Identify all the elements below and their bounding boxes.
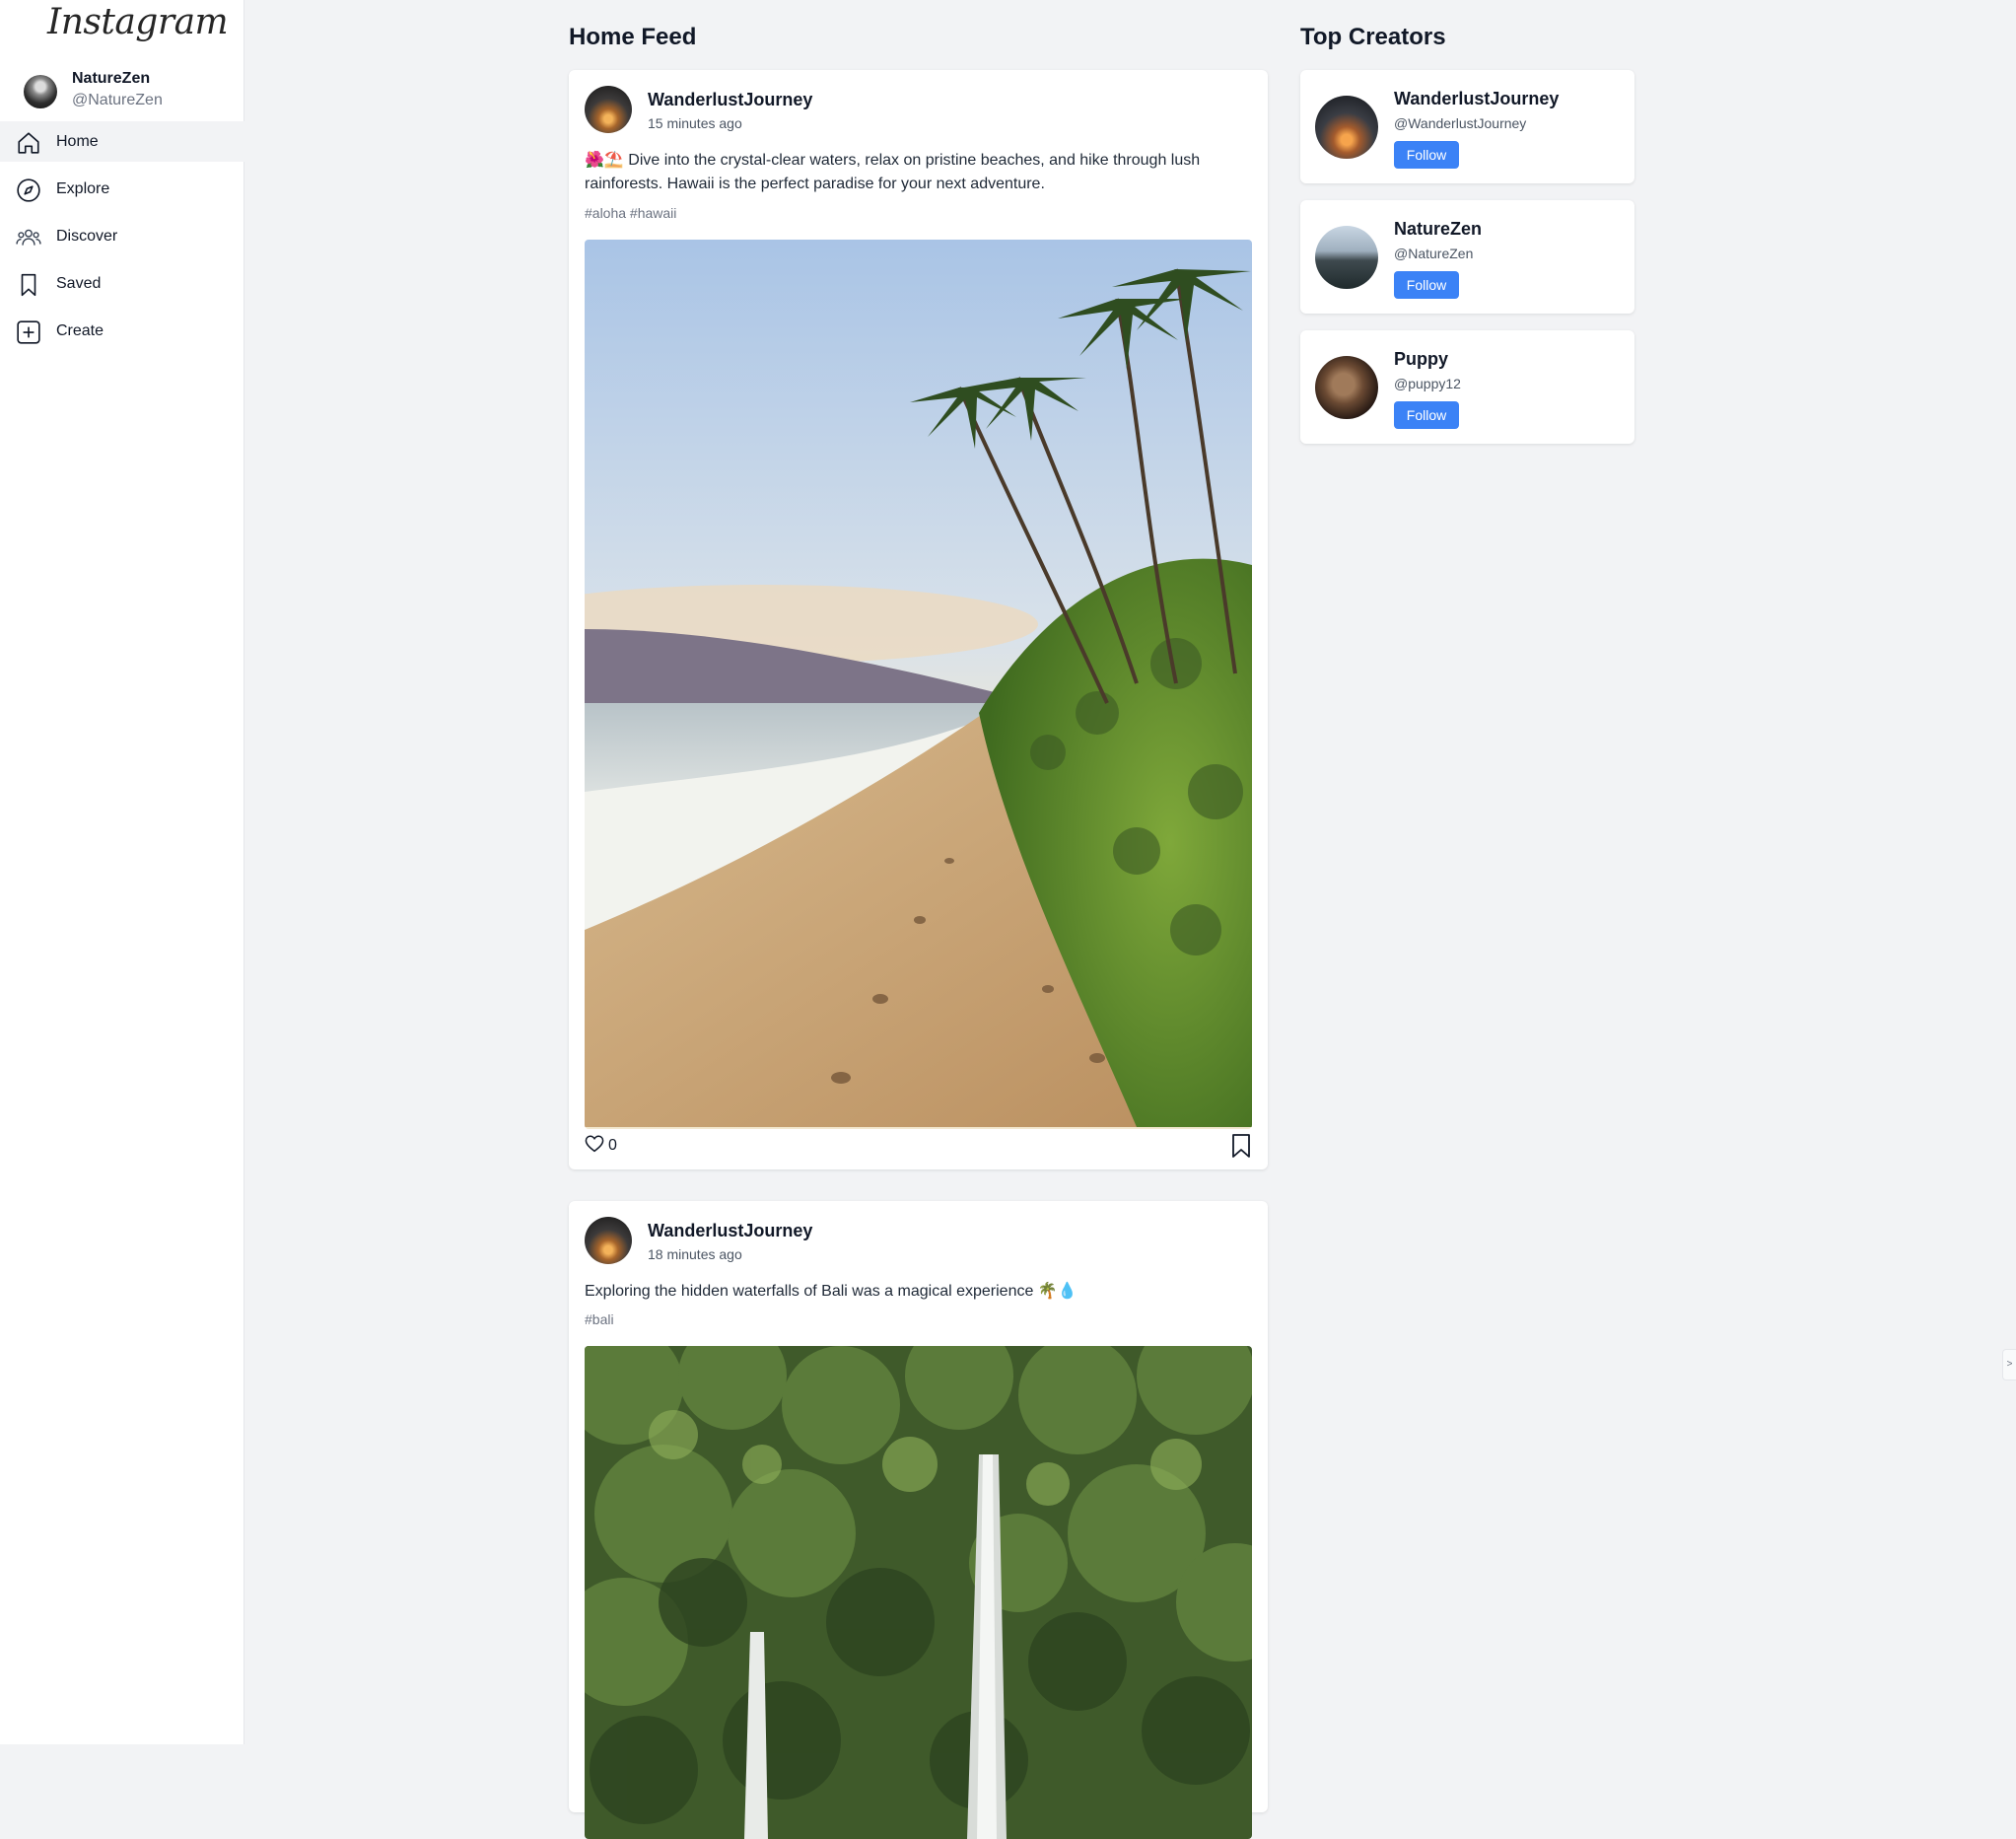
feed-post: WanderlustJourney 18 minutes ago Explori… — [569, 1201, 1268, 1839]
creator-avatar[interactable] — [1315, 356, 1378, 419]
post-author[interactable]: WanderlustJourney — [648, 1221, 812, 1241]
post-time: 15 minutes ago — [648, 115, 742, 131]
side-panel-toggle[interactable]: > — [2002, 1349, 2016, 1380]
profile-name: NatureZen — [72, 70, 151, 87]
author-avatar[interactable] — [585, 1217, 632, 1264]
sidebar-item-create[interactable]: Create — [0, 311, 244, 351]
creator-handle: @WanderlustJourney — [1394, 115, 1527, 131]
creator-card: NatureZen @NatureZen Follow — [1300, 200, 1634, 314]
plus-square-icon — [17, 320, 40, 344]
sidebar-item-label: Discover — [56, 228, 118, 245]
sidebar: Instagram NatureZen @NatureZen Home Expl… — [0, 0, 244, 1744]
like-count: 0 — [608, 1137, 617, 1154]
post-photo-beach[interactable] — [585, 240, 1252, 1129]
current-user-profile[interactable]: NatureZen @NatureZen — [24, 67, 241, 116]
home-icon — [18, 132, 39, 154]
author-avatar[interactable] — [585, 86, 632, 133]
creator-handle: @NatureZen — [1394, 246, 1474, 261]
sidebar-item-label: Saved — [56, 275, 102, 292]
bookmark-icon — [21, 273, 36, 297]
post-caption: Exploring the hidden waterfalls of Bali … — [585, 1283, 1078, 1300]
compass-icon — [17, 178, 40, 202]
sidebar-item-home[interactable]: Home — [0, 121, 244, 162]
bookmark-icon[interactable] — [1230, 1133, 1252, 1159]
sidebar-nav: Home Explore Discover Saved Create — [0, 121, 244, 358]
follow-button[interactable]: Follow — [1394, 401, 1459, 429]
post-tags[interactable]: #aloha #hawaii — [585, 205, 676, 221]
creator-name[interactable]: WanderlustJourney — [1394, 89, 1559, 109]
beach-photo-image — [585, 240, 1252, 1129]
creator-handle: @puppy12 — [1394, 376, 1461, 391]
post-photo-waterfall[interactable] — [585, 1346, 1252, 1839]
creator-avatar[interactable] — [1315, 96, 1378, 159]
avatar — [24, 75, 57, 108]
heart-icon — [585, 1135, 604, 1153]
waterfall-photo-image — [585, 1346, 1252, 1839]
profile-handle: @NatureZen — [72, 92, 163, 108]
sidebar-item-label: Home — [56, 133, 99, 150]
post-time: 18 minutes ago — [648, 1246, 742, 1262]
feed-post: WanderlustJourney 15 minutes ago 🌺⛱️ Div… — [569, 70, 1268, 1169]
sidebar-item-discover[interactable]: Discover — [0, 216, 244, 256]
follow-button[interactable]: Follow — [1394, 271, 1459, 299]
instagram-logo[interactable]: Instagram — [47, 2, 229, 42]
creator-card: Puppy @puppy12 Follow — [1300, 330, 1634, 444]
people-icon — [16, 229, 41, 246]
creator-avatar[interactable] — [1315, 226, 1378, 289]
sidebar-item-saved[interactable]: Saved — [0, 263, 244, 304]
creator-name[interactable]: NatureZen — [1394, 219, 1482, 240]
follow-button[interactable]: Follow — [1394, 141, 1459, 169]
sidebar-item-label: Explore — [56, 180, 110, 197]
sidebar-item-label: Create — [56, 322, 104, 339]
creator-name[interactable]: Puppy — [1394, 349, 1448, 370]
sidebar-item-explore[interactable]: Explore — [0, 169, 244, 209]
feed-title: Home Feed — [569, 24, 697, 50]
creators-title: Top Creators — [1300, 24, 1446, 50]
post-tags[interactable]: #bali — [585, 1311, 614, 1327]
creator-card: WanderlustJourney @WanderlustJourney Fol… — [1300, 70, 1634, 183]
post-author[interactable]: WanderlustJourney — [648, 90, 812, 110]
post-caption: 🌺⛱️ Dive into the crystal-clear waters, … — [585, 152, 1201, 192]
